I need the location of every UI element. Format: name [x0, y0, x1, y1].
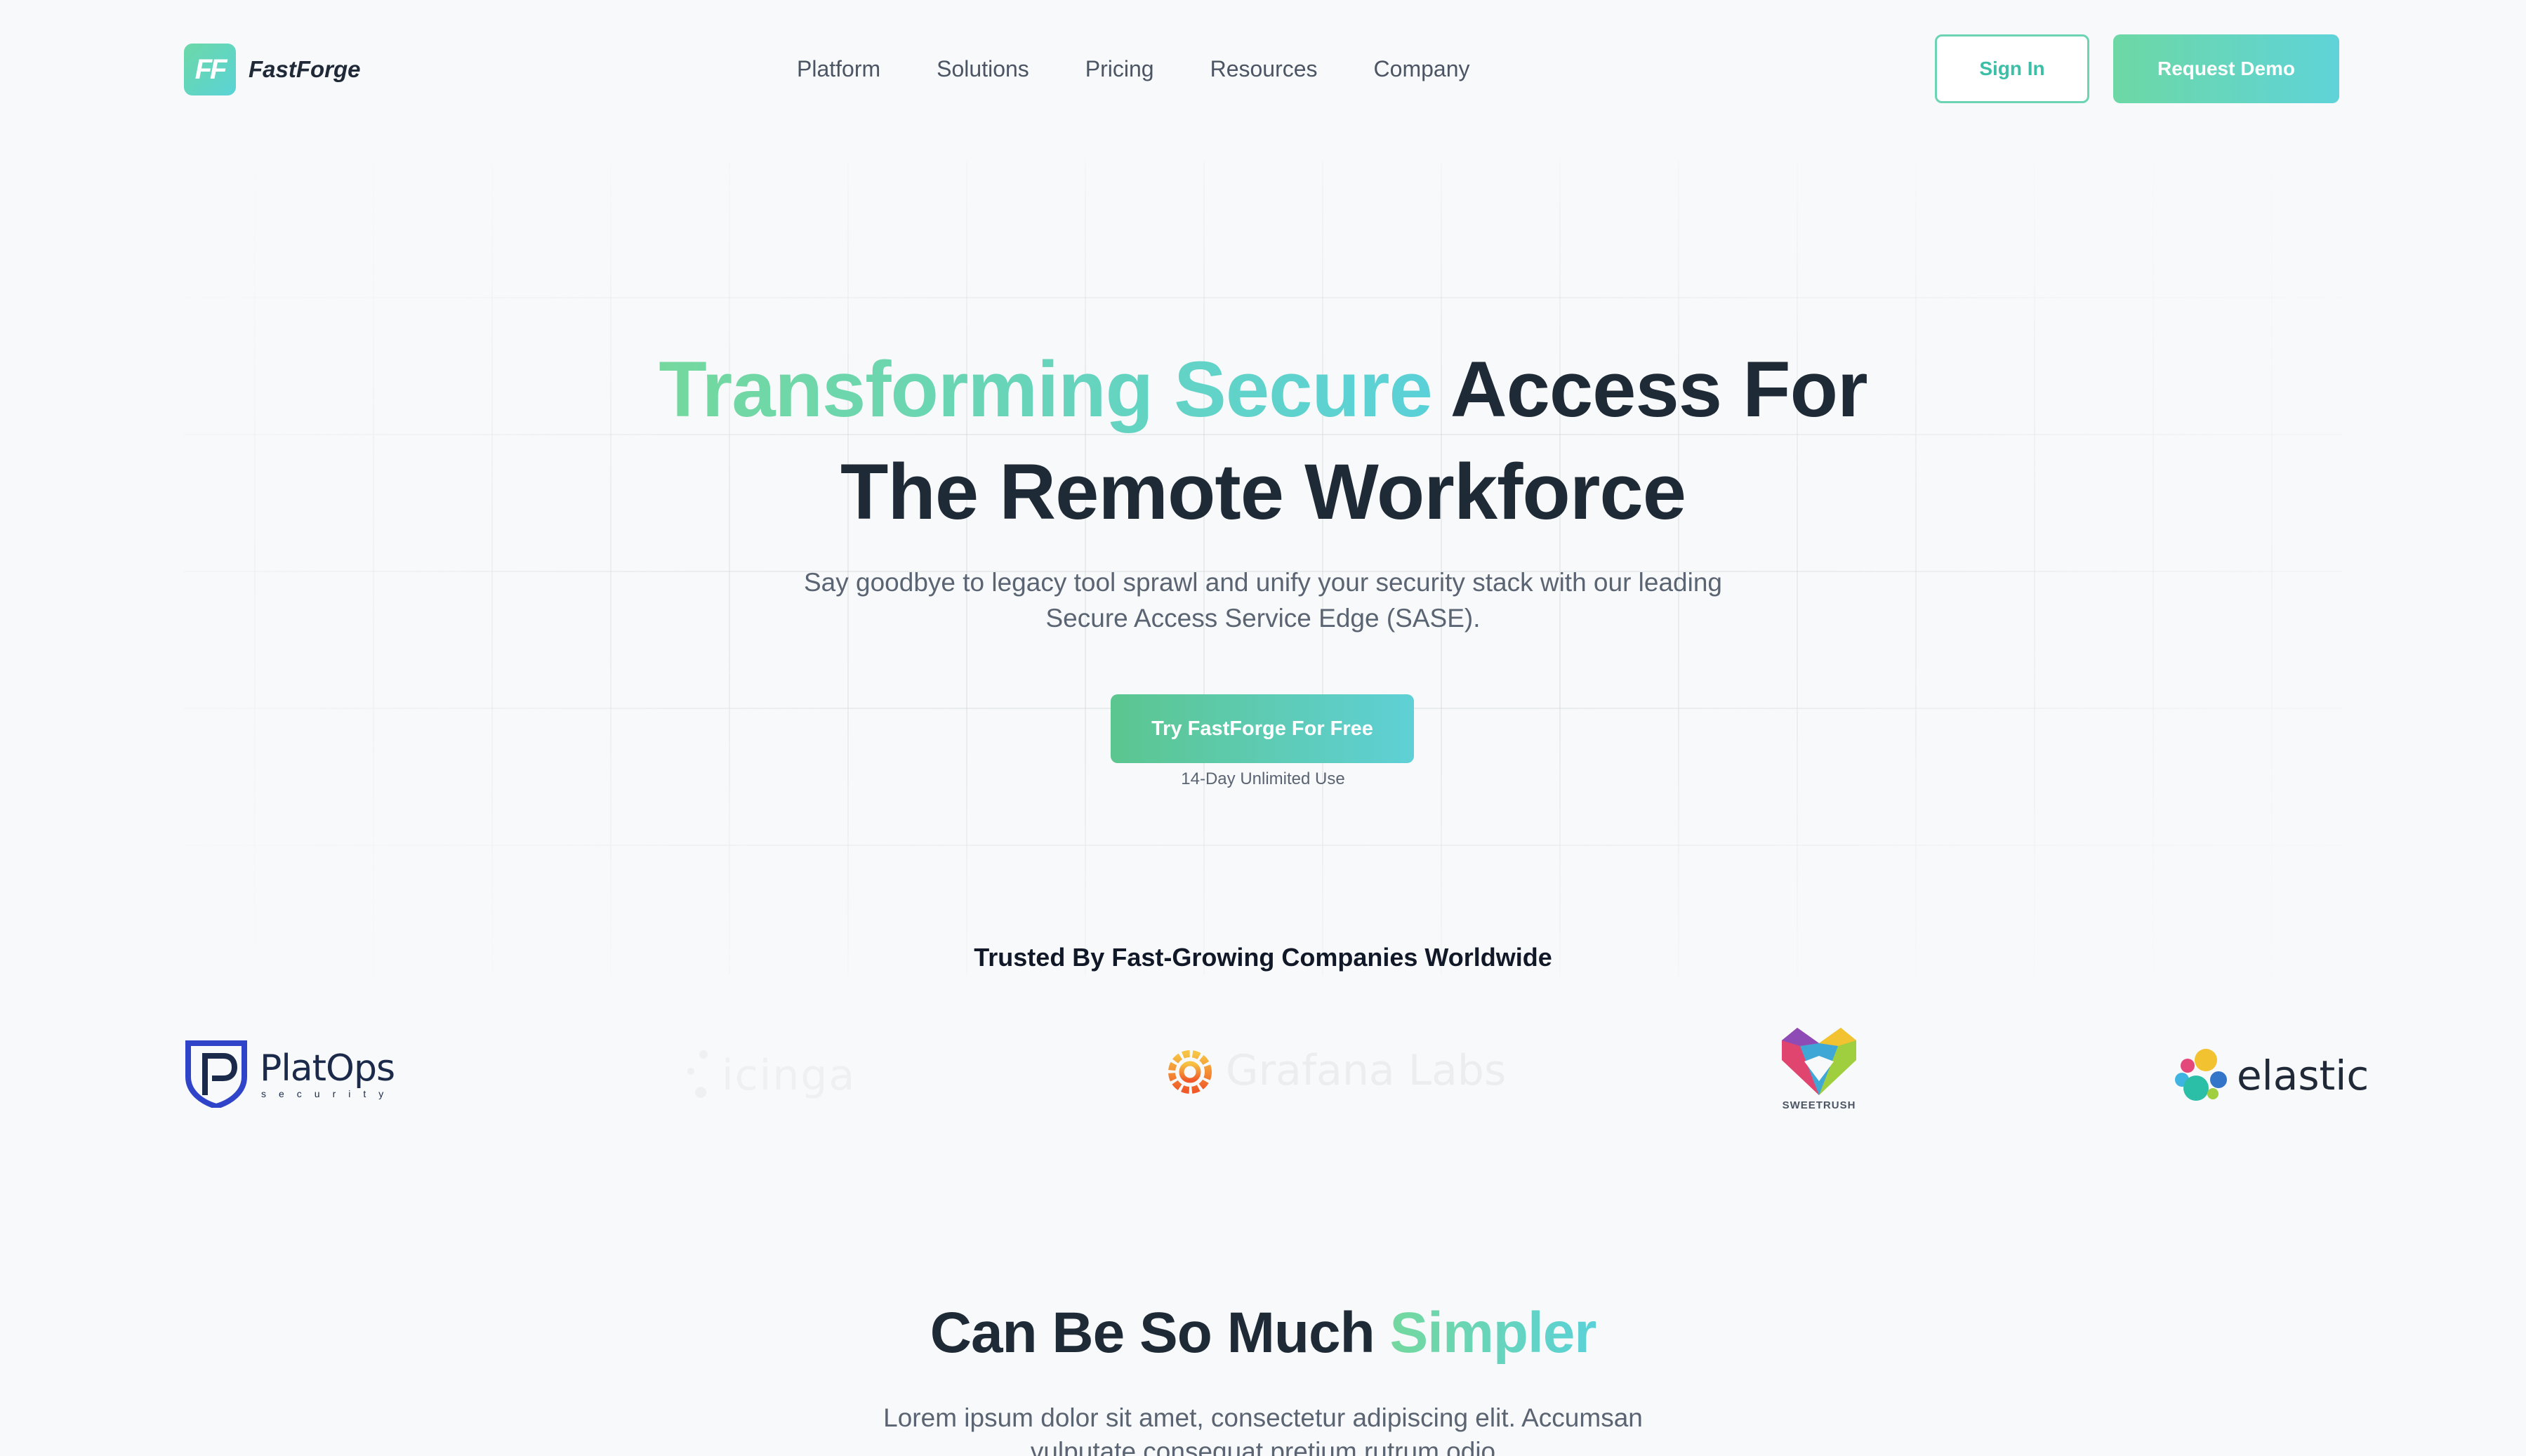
grafana-logo: Grafana Labs — [1165, 1046, 1506, 1095]
sign-in-button[interactable]: Sign In — [1935, 34, 2089, 103]
brand-name: FastForge — [249, 56, 361, 82]
sweetrush-logo: SWEETRUSH — [1776, 1025, 1862, 1111]
try-free-button[interactable]: Try FastForge For Free — [1111, 694, 1414, 763]
brand-logo[interactable]: FF FastForge — [184, 44, 361, 95]
trial-note: 14-Day Unlimited Use — [1181, 769, 1345, 788]
section-title-accent: Simpler — [1389, 1301, 1596, 1365]
grafana-swirl-icon — [1168, 1050, 1212, 1094]
section-subtitle: Lorem ipsum dolor sit amet, consectetur … — [883, 1403, 1643, 1456]
hero-title-accent: Transforming Secure — [659, 345, 1432, 433]
hero-title-line2: The Remote Workforce — [840, 448, 1686, 536]
platops-tagline: security — [261, 1088, 397, 1099]
platops-name: PlatOps — [260, 1047, 395, 1090]
icinga-logo: icinga — [682, 1047, 856, 1104]
platops-logo: PlatOps security — [184, 1040, 396, 1108]
fastforge-logo-icon: FF — [184, 44, 236, 95]
elastic-cluster-icon — [2175, 1049, 2227, 1101]
platops-shield-icon — [185, 1040, 247, 1108]
elastic-name: elastic — [2237, 1052, 2369, 1099]
landing-page: FF FastForge Platform Solutions Pricing … — [0, 0, 2526, 1456]
section-title: Can Be So Much Simpler — [0, 1300, 2526, 1366]
icinga-star-icon — [687, 1050, 708, 1098]
main-nav: Platform Solutions Pricing Resources Com… — [797, 52, 1526, 86]
elastic-logo: elastic — [2172, 1047, 2369, 1104]
icinga-name: icinga — [722, 1051, 857, 1100]
hero-title: Transforming Secure Access For The Remot… — [0, 338, 2526, 543]
nav-item-pricing[interactable]: Pricing — [1085, 52, 1154, 86]
request-demo-button[interactable]: Request Demo — [2113, 34, 2339, 103]
nav-item-platform[interactable]: Platform — [797, 52, 880, 86]
nav-item-resources[interactable]: Resources — [1210, 52, 1318, 86]
grafana-name: Grafana Labs — [1226, 1046, 1507, 1095]
sweetrush-name: SWEETRUSH — [1782, 1099, 1856, 1111]
site-header: FF FastForge Platform Solutions Pricing … — [0, 0, 2526, 138]
sweetrush-heart-icon — [1782, 1028, 1856, 1095]
section-title-plain: Can Be So Much — [930, 1301, 1375, 1365]
hero-subtitle: Say goodbye to legacy tool sprawl and un… — [803, 568, 1723, 633]
nav-item-company[interactable]: Company — [1374, 52, 1470, 86]
nav-item-solutions[interactable]: Solutions — [937, 52, 1029, 86]
hero-title-rest: Access For — [1450, 345, 1868, 433]
trusted-heading: Trusted By Fast-Growing Companies Worldw… — [974, 943, 1552, 972]
customer-logos: PlatOps security icinga Grafana Labs SWE… — [0, 1018, 2526, 1130]
